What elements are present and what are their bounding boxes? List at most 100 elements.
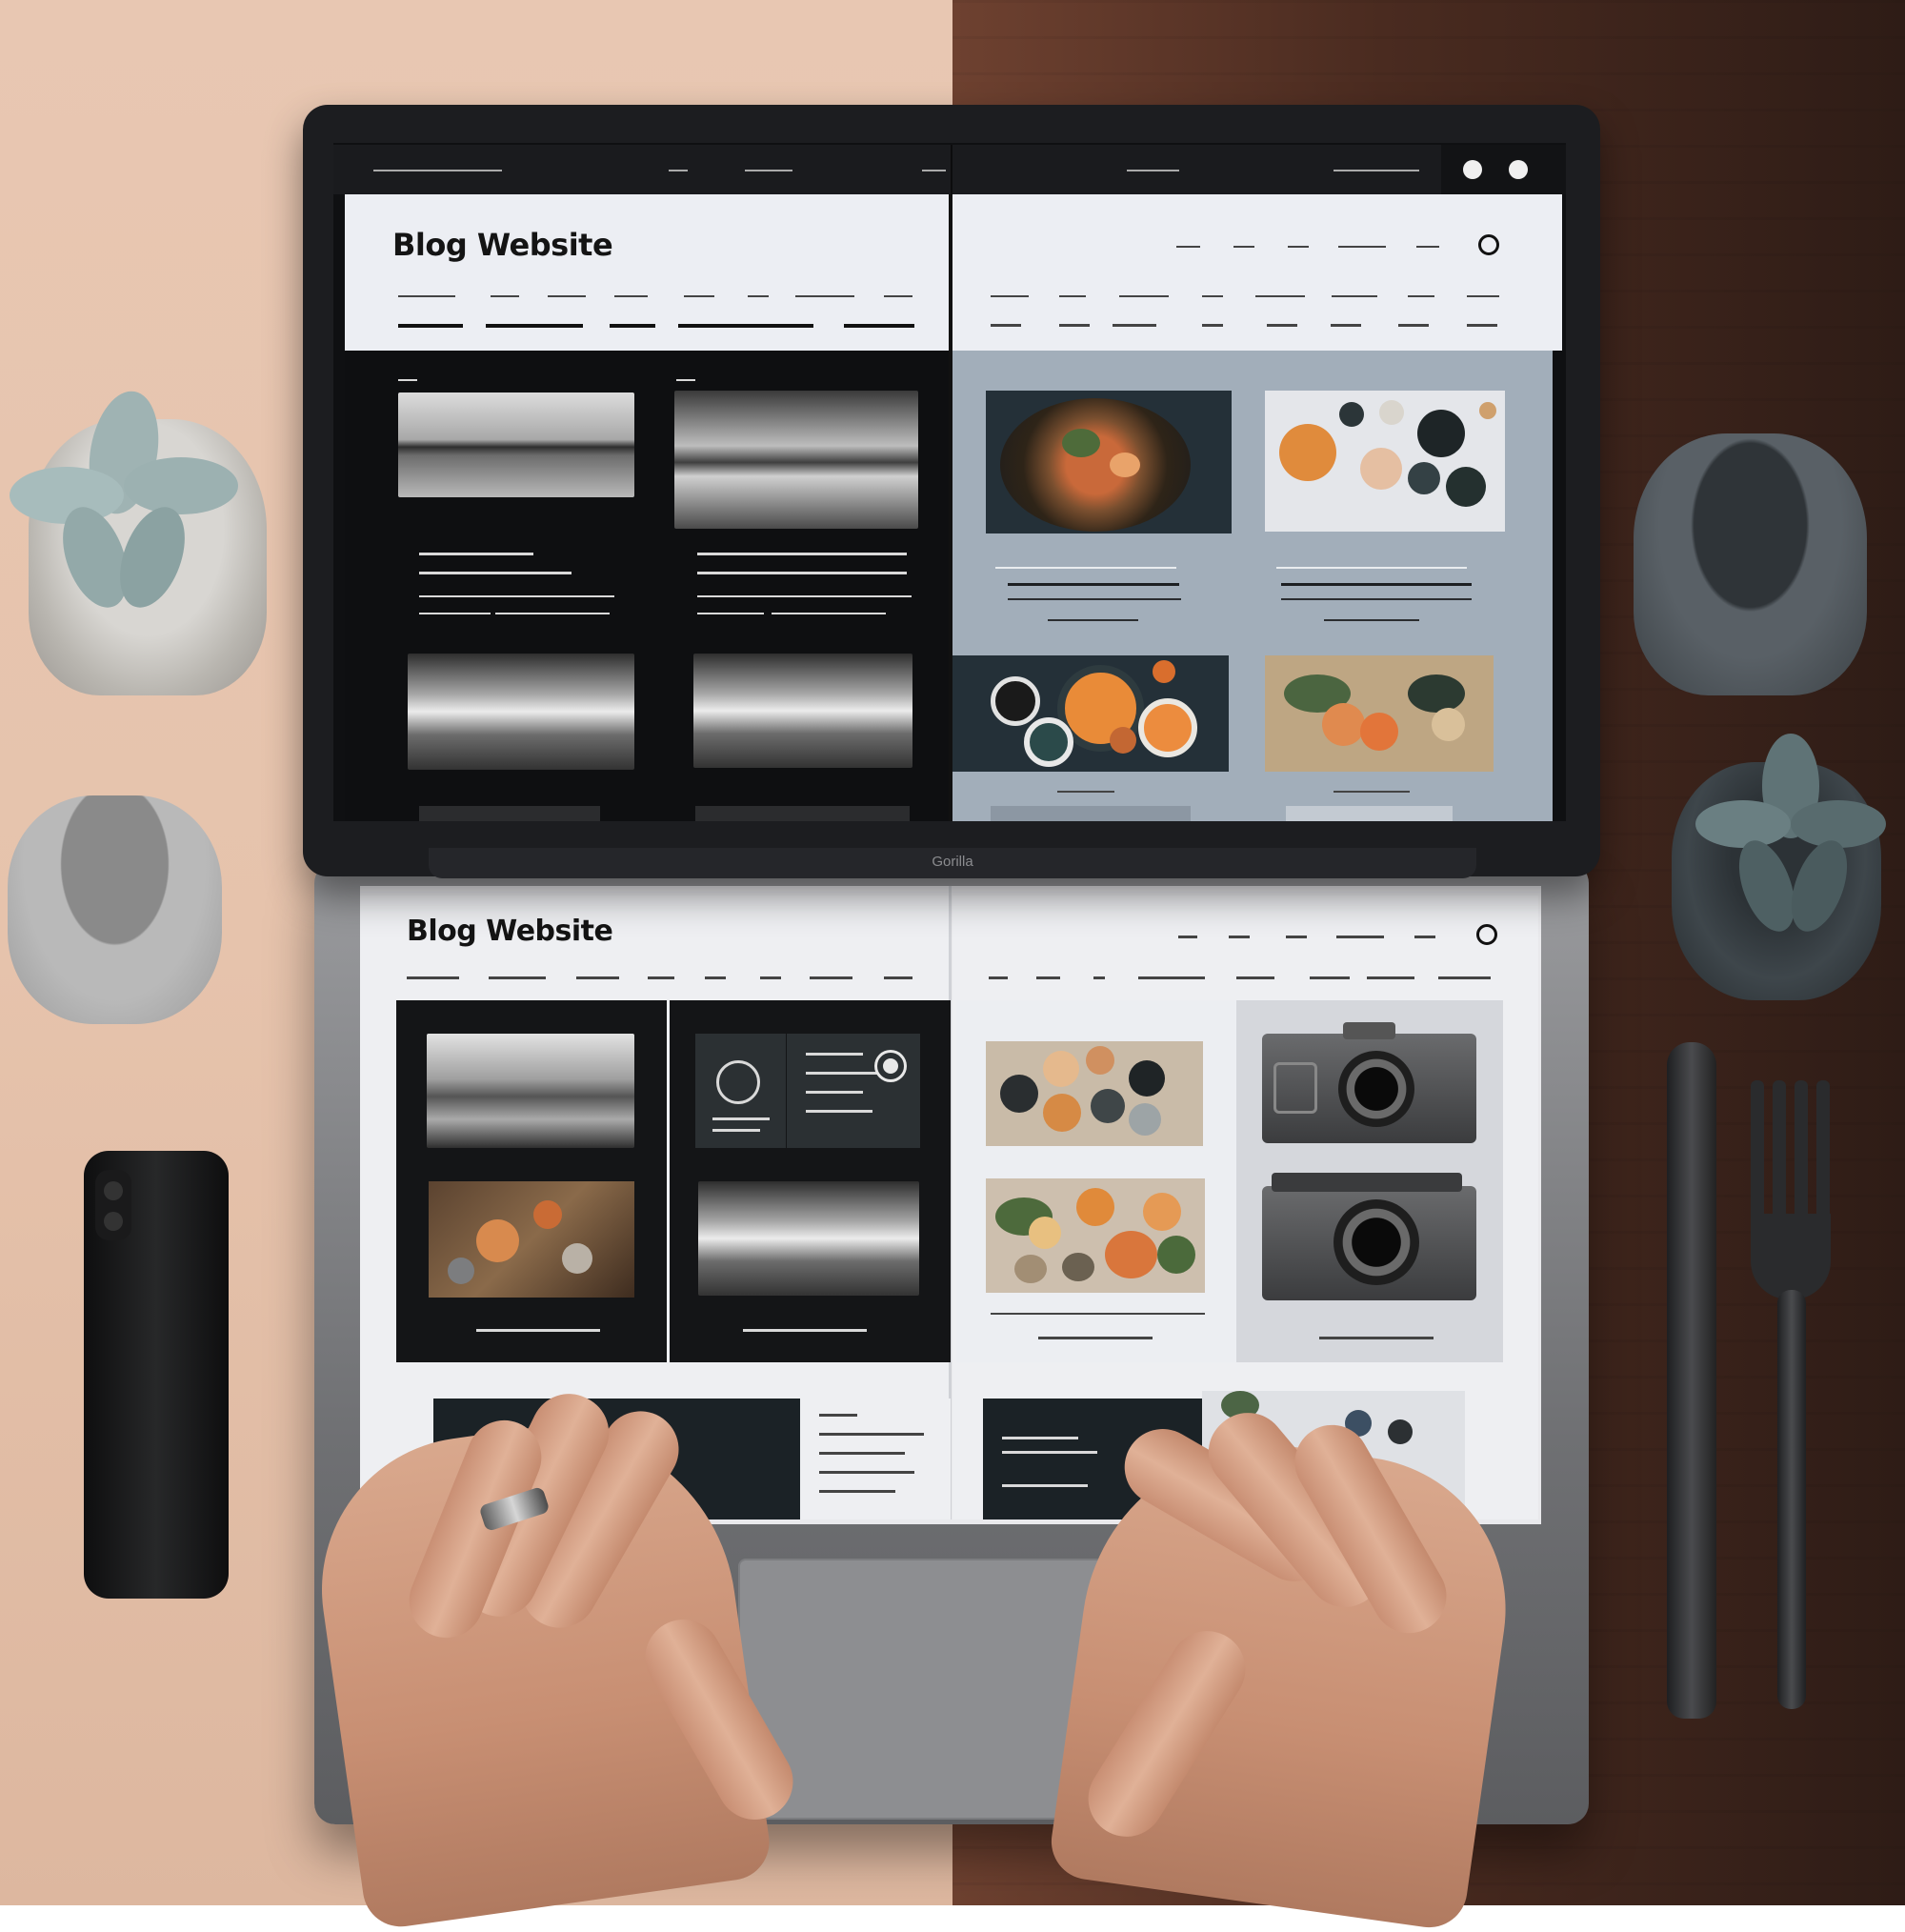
- lower-help-icon[interactable]: [1476, 924, 1497, 945]
- post-title: [697, 572, 907, 574]
- lower-nav-item[interactable]: [576, 976, 619, 979]
- lower-nav-item[interactable]: [705, 976, 726, 979]
- nav-underline: [398, 324, 463, 328]
- nav-item-right[interactable]: [1255, 295, 1305, 297]
- header-link[interactable]: [1233, 246, 1254, 248]
- lower-nav-item[interactable]: [1093, 976, 1105, 979]
- lower-header-link[interactable]: [1178, 936, 1197, 938]
- nav-item[interactable]: [548, 295, 586, 297]
- post-caption: [1038, 1337, 1153, 1339]
- nav-item[interactable]: [684, 295, 714, 297]
- post-image-ingredients[interactable]: [1265, 391, 1505, 532]
- nav-item-right[interactable]: [1332, 295, 1377, 297]
- post-caption: [1048, 619, 1138, 621]
- top-bar-text: [373, 170, 502, 171]
- profile-icon[interactable]: [1463, 160, 1482, 179]
- post-excerpt: [697, 595, 912, 597]
- post-image-misty-lake[interactable]: [427, 1034, 634, 1148]
- post-image-board[interactable]: [1265, 655, 1494, 772]
- header-link[interactable]: [1288, 246, 1309, 248]
- post-card-text[interactable]: [787, 1034, 920, 1148]
- header-link[interactable]: [1176, 246, 1200, 248]
- settings-icon[interactable]: [1509, 160, 1528, 179]
- post-title: [419, 572, 572, 574]
- nav-item[interactable]: [884, 295, 912, 297]
- lower-nav-item[interactable]: [1236, 976, 1274, 979]
- post-image-food-board-2[interactable]: [986, 1178, 1205, 1293]
- nav-item[interactable]: [491, 295, 519, 297]
- header-link[interactable]: [1416, 246, 1439, 248]
- nav-item-right[interactable]: [1119, 295, 1169, 297]
- nav-underline: [610, 324, 655, 328]
- post-caption: [1008, 583, 1179, 586]
- lower-nav-item[interactable]: [1036, 976, 1060, 979]
- help-icon[interactable]: [1478, 234, 1499, 255]
- lower-site-logo[interactable]: Blog Website: [407, 915, 613, 948]
- nav-item[interactable]: [748, 295, 769, 297]
- post-image-lake-1[interactable]: [398, 392, 634, 497]
- lower-nav-item[interactable]: [989, 976, 1008, 979]
- nav-underline: [678, 324, 813, 328]
- succulent-plant-left: [10, 381, 238, 616]
- header-link[interactable]: [1338, 246, 1386, 248]
- lower-header-link[interactable]: [1229, 936, 1250, 938]
- lower-nav-item[interactable]: [884, 976, 912, 979]
- post-image-bowl[interactable]: [986, 391, 1232, 533]
- post-caption: [1281, 583, 1472, 586]
- nav-item-right[interactable]: [1467, 295, 1499, 297]
- post-caption: [1324, 619, 1419, 621]
- nav-underline: [486, 324, 583, 328]
- post-caption: [995, 567, 1176, 569]
- lower-header-link[interactable]: [1286, 936, 1307, 938]
- post-image-food-table[interactable]: [429, 1181, 634, 1298]
- lower-nav-item[interactable]: [810, 976, 852, 979]
- top-bar-text: [1334, 170, 1419, 171]
- post-image-lake-3[interactable]: [408, 654, 634, 770]
- post-caption: [743, 1329, 867, 1332]
- post-image-camera-2[interactable]: [1262, 1173, 1476, 1300]
- post-image-lake-4[interactable]: [693, 654, 912, 768]
- featured-post-text-block: [800, 1399, 951, 1519]
- lower-nav-item[interactable]: [489, 976, 546, 979]
- lower-nav-item[interactable]: [407, 976, 459, 979]
- lower-nav-item[interactable]: [1138, 976, 1205, 979]
- post-image-lake-2[interactable]: [674, 391, 918, 529]
- post-title: [419, 553, 533, 555]
- post-image-camera-1[interactable]: [1262, 1022, 1476, 1143]
- lower-nav-item[interactable]: [648, 976, 674, 979]
- nav-item-right[interactable]: [991, 295, 1029, 297]
- post-footer-bar: [1286, 806, 1453, 821]
- knife: [1667, 1042, 1716, 1719]
- nav-item-right[interactable]: [1059, 295, 1086, 297]
- post-caption: [1319, 1337, 1434, 1339]
- post-card-icons[interactable]: [695, 1034, 786, 1148]
- lower-header-link[interactable]: [1414, 936, 1435, 938]
- concrete-stone-left: [8, 795, 222, 1024]
- lower-nav-item[interactable]: [760, 976, 781, 979]
- post-label: [676, 379, 695, 381]
- nav-item[interactable]: [614, 295, 648, 297]
- nav-underline-right: [1331, 324, 1361, 327]
- nav-item-right[interactable]: [1202, 295, 1223, 297]
- fork: [1751, 1080, 1831, 1709]
- lower-nav-item[interactable]: [1310, 976, 1350, 979]
- nav-item[interactable]: [398, 295, 455, 297]
- post-image-plates[interactable]: [952, 655, 1229, 772]
- post-card-overlay: [952, 533, 1229, 638]
- lower-header-link[interactable]: [1336, 936, 1384, 938]
- top-bar-action-area: [1441, 145, 1566, 194]
- top-bar-text: [1127, 170, 1179, 171]
- nav-item-right[interactable]: [1408, 295, 1434, 297]
- post-image-pier[interactable]: [698, 1181, 919, 1296]
- post-label: [398, 379, 417, 381]
- post-image-food-board-1[interactable]: [986, 1041, 1203, 1146]
- nav-underline-right: [1398, 324, 1429, 327]
- post-caption: [476, 1329, 600, 1332]
- nav-underline-right: [1059, 324, 1090, 327]
- site-logo[interactable]: Blog Website: [392, 227, 613, 263]
- lower-nav-item[interactable]: [1367, 976, 1414, 979]
- nav-underline-right: [1113, 324, 1156, 327]
- post-meta: [419, 613, 491, 614]
- nav-item[interactable]: [795, 295, 854, 297]
- lower-nav-item[interactable]: [1438, 976, 1491, 979]
